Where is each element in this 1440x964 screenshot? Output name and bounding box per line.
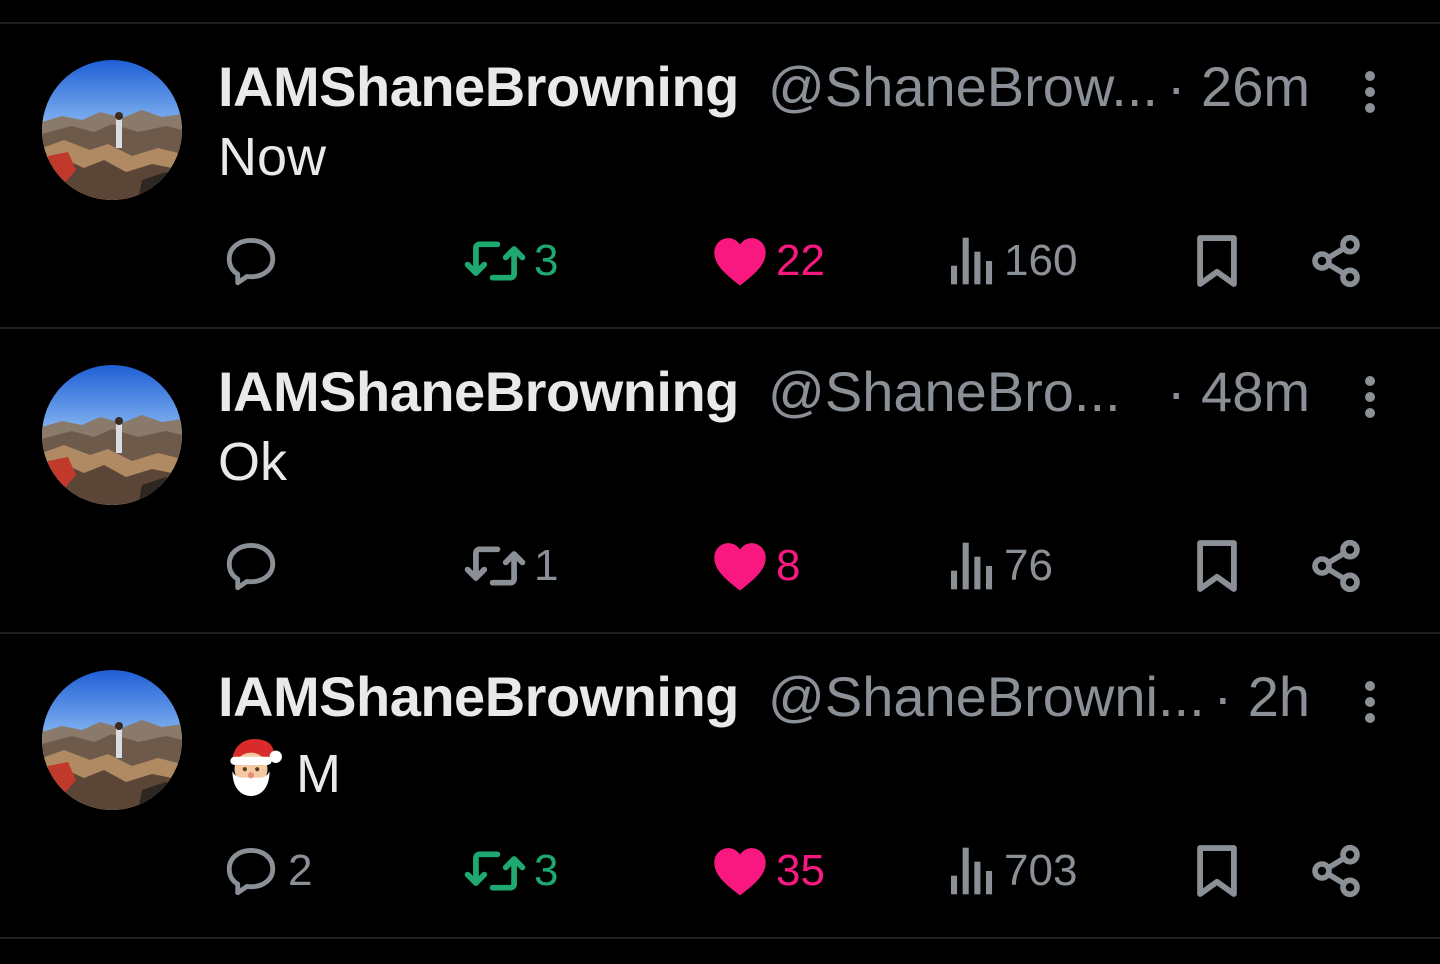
reply-icon — [222, 537, 280, 595]
timestamp[interactable]: · 26m — [1167, 52, 1310, 122]
heart-icon — [712, 235, 768, 287]
retweet-icon — [464, 232, 526, 290]
handle[interactable]: @ShaneBrow... — [768, 52, 1158, 122]
view-count: 703 — [1004, 846, 1078, 895]
retweet-count: 3 — [534, 846, 559, 895]
like-count: 22 — [776, 236, 825, 285]
tweet-text: M — [218, 732, 341, 815]
views-button[interactable]: 703 — [948, 836, 1077, 906]
bookmark-button[interactable] — [1192, 531, 1242, 601]
like-button[interactable]: 8 — [712, 531, 800, 601]
share-icon — [1308, 232, 1364, 290]
more-vertical-icon[interactable] — [1356, 678, 1384, 726]
tweet[interactable]: IAMShaneBrowning @ShaneBro... · 48m Ok 1… — [0, 329, 1440, 634]
retweet-count: 1 — [534, 541, 559, 590]
tweet-text: Ok — [218, 427, 287, 497]
display-name[interactable]: IAMShaneBrowning — [218, 357, 739, 427]
views-button[interactable]: 76 — [948, 531, 1053, 601]
tweet[interactable]: IAMShaneBrowning @ShaneBrowni... · 2h M — [0, 634, 1440, 939]
views-icon — [948, 233, 996, 289]
action-bar: 2 3 35 703 — [0, 836, 1440, 906]
santa-emoji — [218, 732, 296, 815]
tweet[interactable]: IAMShaneBrowning @ShaneBrow... · 26m Now — [0, 24, 1440, 329]
tweet-text-content: Now — [218, 127, 327, 187]
views-button[interactable]: 160 — [948, 226, 1077, 296]
views-icon — [948, 843, 996, 899]
bookmark-button[interactable] — [1192, 836, 1242, 906]
share-icon — [1308, 537, 1364, 595]
action-bar: 3 22 160 — [0, 226, 1440, 296]
action-bar: 1 8 76 — [0, 531, 1440, 601]
display-name[interactable]: IAMShaneBrowning — [218, 52, 739, 122]
more-vertical-icon[interactable] — [1356, 68, 1384, 116]
retweet-count: 3 — [534, 236, 559, 285]
handle[interactable]: @ShaneBrowni... — [768, 662, 1205, 732]
retweet-icon — [464, 537, 526, 595]
share-button[interactable] — [1308, 836, 1364, 906]
retweet-button[interactable]: 3 — [464, 226, 558, 296]
share-icon — [1308, 842, 1364, 900]
display-name[interactable]: IAMShaneBrowning — [218, 662, 739, 732]
timestamp[interactable]: · 2h — [1214, 662, 1311, 732]
reply-icon — [222, 232, 280, 290]
tweet-header: IAMShaneBrowning @ShaneBro... · 48m — [218, 357, 1318, 427]
view-count: 160 — [1004, 236, 1078, 285]
tweet-text-content: Ok — [218, 432, 288, 492]
like-button[interactable]: 22 — [712, 226, 825, 296]
reply-button[interactable] — [222, 531, 288, 601]
reply-count: 2 — [288, 846, 313, 895]
like-button[interactable]: 35 — [712, 836, 825, 906]
bookmark-icon — [1192, 232, 1242, 290]
more-vertical-icon[interactable] — [1356, 373, 1384, 421]
reply-button[interactable] — [222, 226, 288, 296]
retweet-icon — [464, 842, 526, 900]
view-count: 76 — [1004, 541, 1053, 590]
heart-icon — [712, 845, 768, 897]
reply-button[interactable]: 2 — [222, 836, 312, 906]
tweet-text: Now — [218, 122, 326, 192]
handle[interactable]: @ShaneBro... — [768, 357, 1121, 427]
retweet-button[interactable]: 1 — [464, 531, 558, 601]
avatar[interactable] — [42, 365, 182, 505]
share-button[interactable] — [1308, 226, 1364, 296]
avatar[interactable] — [42, 60, 182, 200]
bookmark-icon — [1192, 842, 1242, 900]
tweet-header: IAMShaneBrowning @ShaneBrowni... · 2h — [218, 662, 1318, 732]
tweet-text-content: M — [296, 743, 341, 804]
like-count: 8 — [776, 541, 801, 590]
like-count: 35 — [776, 846, 825, 895]
avatar[interactable] — [42, 670, 182, 810]
views-icon — [948, 538, 996, 594]
heart-icon — [712, 540, 768, 592]
reply-icon — [222, 842, 280, 900]
timestamp[interactable]: · 48m — [1167, 357, 1310, 427]
retweet-button[interactable]: 3 — [464, 836, 558, 906]
tweet-header: IAMShaneBrowning @ShaneBrow... · 26m — [218, 52, 1318, 122]
share-button[interactable] — [1308, 531, 1364, 601]
bookmark-icon — [1192, 537, 1242, 595]
bookmark-button[interactable] — [1192, 226, 1242, 296]
